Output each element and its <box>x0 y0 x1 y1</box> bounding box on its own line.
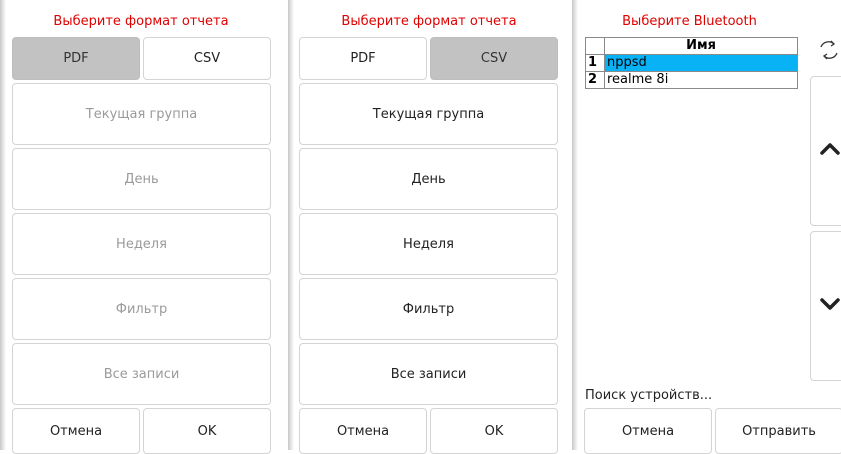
cancel-button[interactable]: Отмена <box>299 408 427 454</box>
option-filter[interactable]: Фильтр <box>12 278 271 340</box>
table-row[interactable]: 2 realme 8i <box>585 71 798 89</box>
ok-button[interactable]: OK <box>143 408 271 454</box>
dialog-title: Выберите формат отчета <box>341 14 517 29</box>
option-week[interactable]: Неделя <box>12 213 271 275</box>
chevron-down-icon <box>819 296 841 316</box>
cancel-button[interactable]: Отмена <box>12 408 140 454</box>
chevron-up-icon <box>819 141 841 161</box>
refresh-icon <box>818 39 840 65</box>
option-day[interactable]: День <box>12 148 271 210</box>
cancel-button[interactable]: Отмена <box>584 408 712 454</box>
row-index: 2 <box>585 71 605 89</box>
option-all-records[interactable]: Все записи <box>12 343 271 405</box>
option-filter[interactable]: Фильтр <box>299 278 558 340</box>
scroll-down-button[interactable] <box>810 231 841 381</box>
csv-format-button[interactable]: CSV <box>430 37 558 80</box>
option-current-group[interactable]: Текущая группа <box>12 83 271 145</box>
option-current-group[interactable]: Текущая группа <box>299 83 558 145</box>
index-column-header <box>585 37 605 55</box>
table-row[interactable]: 1 nppsd <box>585 54 798 72</box>
refresh-button[interactable] <box>812 35 841 69</box>
table-header-row: Имя <box>585 37 798 55</box>
row-index: 1 <box>585 54 605 72</box>
device-table: Имя 1 nppsd 2 realme 8i <box>585 37 798 89</box>
option-week[interactable]: Неделя <box>299 213 558 275</box>
device-name[interactable]: realme 8i <box>604 71 798 89</box>
option-all-records[interactable]: Все записи <box>299 343 558 405</box>
dialog-title: Выберите Bluetooth <box>622 14 757 29</box>
name-column-header: Имя <box>604 37 798 55</box>
csv-format-button[interactable]: CSV <box>143 37 271 80</box>
ok-button[interactable]: OK <box>430 408 558 454</box>
option-day[interactable]: День <box>299 148 558 210</box>
pdf-format-button[interactable]: PDF <box>299 37 427 80</box>
pdf-format-button[interactable]: PDF <box>12 37 140 80</box>
scroll-up-button[interactable] <box>810 76 841 226</box>
dialog-title: Выберите формат отчета <box>53 14 229 29</box>
device-name[interactable]: nppsd <box>604 54 798 72</box>
search-status: Поиск устройств... <box>585 388 713 403</box>
send-button[interactable]: Отправить <box>715 408 841 454</box>
